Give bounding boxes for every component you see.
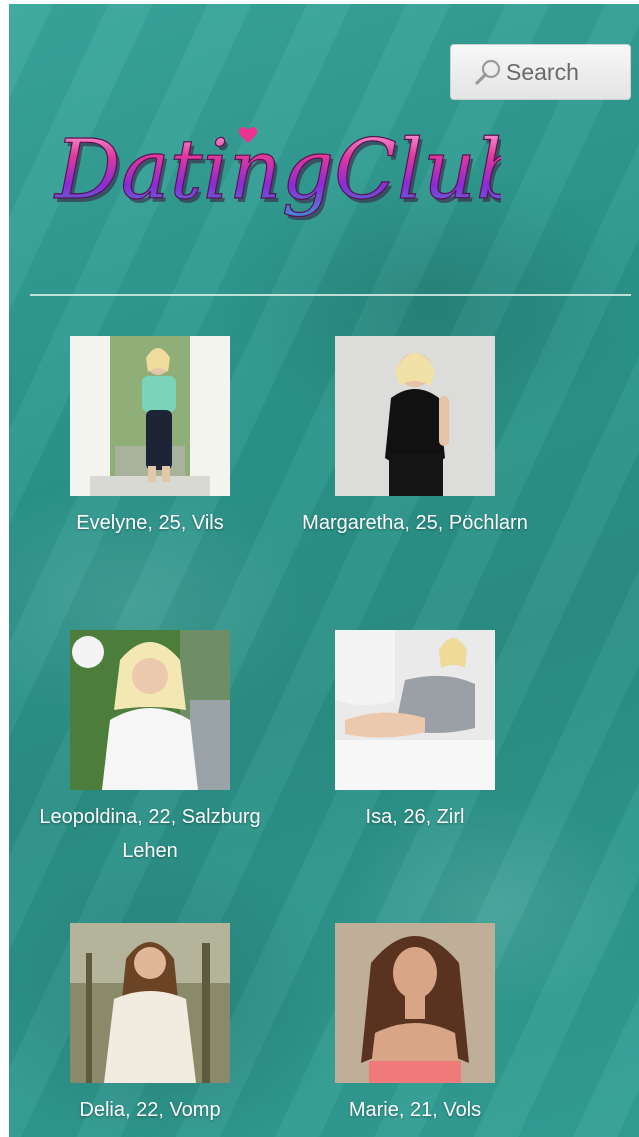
search-button[interactable]: Search — [450, 44, 631, 100]
profile-caption[interactable]: Isa, 26, Zirl — [290, 800, 540, 834]
profile-card[interactable]: Margaretha, 25, Pöchlarn — [290, 336, 540, 540]
profile-photo[interactable] — [335, 923, 495, 1083]
profile-caption[interactable]: Margaretha, 25, Pöchlarn — [290, 506, 540, 540]
profile-caption[interactable]: Delia, 22, Vomp — [25, 1093, 275, 1127]
logo-text: DatingClub — [53, 123, 501, 218]
profile-caption[interactable]: Marie, 21, Vols — [290, 1093, 540, 1127]
search-icon — [473, 57, 503, 87]
profile-card[interactable]: Leopoldina, 22, Salzburg Lehen — [25, 630, 275, 868]
profile-card[interactable]: Marie, 21, Vols — [290, 923, 540, 1127]
datingclub-logo[interactable]: DatingClub DatingClub — [51, 110, 531, 222]
profile-photo[interactable] — [70, 630, 230, 790]
profile-caption[interactable]: Evelyne, 25, Vils — [25, 506, 275, 540]
profile-caption[interactable]: Leopoldina, 22, Salzburg Lehen — [25, 800, 275, 868]
profile-photo[interactable] — [70, 336, 230, 496]
profile-card[interactable]: Delia, 22, Vomp — [25, 923, 275, 1127]
divider — [30, 294, 631, 296]
profile-card[interactable]: Isa, 26, Zirl — [290, 630, 540, 834]
profile-photo[interactable] — [335, 336, 495, 496]
profile-card[interactable]: Evelyne, 25, Vils — [25, 336, 275, 540]
page: Search DatingClub DatingClub Evelyne, 25… — [9, 4, 639, 1137]
profile-photo[interactable] — [335, 630, 495, 790]
profile-photo[interactable] — [70, 923, 230, 1083]
search-label: Search — [506, 58, 579, 85]
